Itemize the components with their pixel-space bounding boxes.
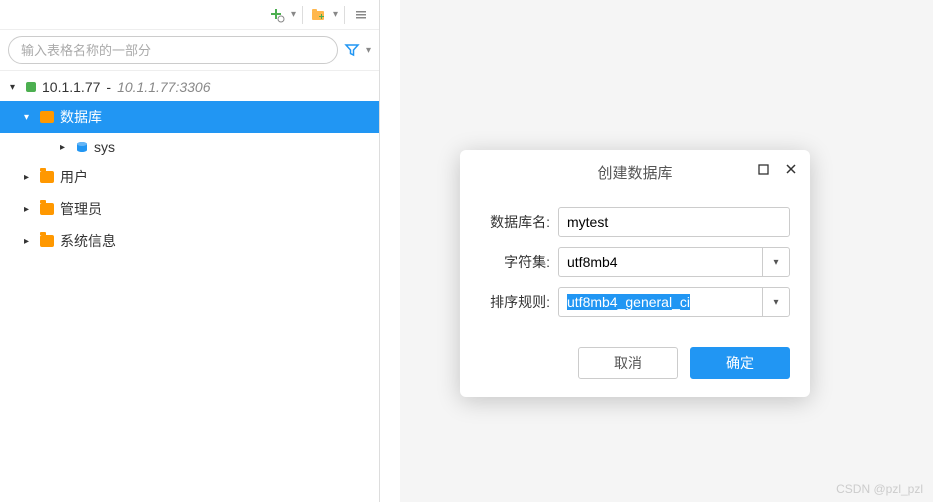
folder-icon [40,171,54,183]
watermark: CSDN @pzl_pzl [836,482,923,496]
dialog-body: 数据库名: 字符集: ▾ 排序规则: utf8mb4_general_ci ▾ [460,195,810,335]
expand-icon[interactable] [24,236,34,247]
connection-host: 10.1.1.77 [42,79,100,95]
form-row-charset: 字符集: ▾ [480,247,790,277]
dropdown-caret-icon[interactable]: ▾ [333,9,338,20]
tree-item-users[interactable]: 用户 [0,161,379,193]
maximize-icon[interactable] [756,162,770,176]
toolbar-separator [344,6,345,24]
collation-label: 排序规则: [480,292,558,312]
expand-icon[interactable] [10,82,20,93]
ok-button[interactable]: 确定 [690,347,790,379]
toolbar: ▾ ▾ [0,0,379,30]
cancel-button[interactable]: 取消 [578,347,678,379]
folder-icon [40,235,54,247]
dash: - [106,79,111,95]
tree-item-label: 数据库 [60,107,102,127]
dialog-header: 创建数据库 [460,150,810,195]
dialog-footer: 取消 确定 [460,335,810,397]
tree-item-sys[interactable]: sys [0,133,379,161]
connection-icon [26,82,36,92]
name-label: 数据库名: [480,212,558,232]
expand-icon[interactable] [24,172,34,183]
tree-item-label: 系统信息 [60,231,116,251]
filter-icon[interactable] [344,42,360,58]
connection-address: 10.1.1.77:3306 [117,79,210,95]
search-row: ▾ [0,30,379,71]
expand-icon[interactable] [24,204,34,215]
dropdown-caret-icon[interactable]: ▾ [366,45,371,56]
dropdown-caret-icon[interactable]: ▾ [291,9,296,20]
database-icon [76,141,88,153]
window-controls [756,162,798,176]
database-name-input[interactable] [558,207,790,237]
expand-icon[interactable] [60,142,70,153]
dropdown-button[interactable]: ▾ [762,247,790,277]
close-icon[interactable] [784,162,798,176]
tree-item-label: 用户 [60,167,88,187]
folder-icon [40,203,54,215]
tree-item-admin[interactable]: 管理员 [0,193,379,225]
charset-combo: ▾ [558,247,790,277]
search-input[interactable] [8,36,338,64]
connection-node[interactable]: 10.1.1.77 - 10.1.1.77:3306 [0,73,379,101]
dialog-title: 创建数据库 [597,162,672,183]
tree-item-database[interactable]: 数据库 [0,101,379,133]
charset-input[interactable] [558,247,762,277]
new-connection-icon[interactable] [267,5,287,25]
dropdown-button[interactable]: ▾ [762,287,790,317]
collation-value-selected: utf8mb4_general_ci [567,294,690,310]
more-icon[interactable] [351,5,371,25]
content-area: 创建数据库 数据库名: 字符集: ▾ [400,0,933,502]
form-row-name: 数据库名: [480,207,790,237]
collation-combo: utf8mb4_general_ci ▾ [558,287,790,317]
form-row-collation: 排序规则: utf8mb4_general_ci ▾ [480,287,790,317]
charset-label: 字符集: [480,252,558,272]
expand-icon[interactable] [24,112,34,123]
tree-item-label: 管理员 [60,199,102,219]
collation-input[interactable]: utf8mb4_general_ci [558,287,762,317]
database-folder-icon [40,111,54,123]
tree-item-label: sys [94,139,115,155]
toolbar-separator [302,6,303,24]
connection-tree: 10.1.1.77 - 10.1.1.77:3306 数据库 sys 用户 管理… [0,71,379,259]
navigator-panel: ▾ ▾ ▾ 10.1.1.77 - 10.1.1.77:3306 数据库 [0,0,380,502]
create-database-dialog: 创建数据库 数据库名: 字符集: ▾ [460,150,810,397]
tree-item-sysinfo[interactable]: 系统信息 [0,225,379,257]
new-folder-icon[interactable] [309,5,329,25]
